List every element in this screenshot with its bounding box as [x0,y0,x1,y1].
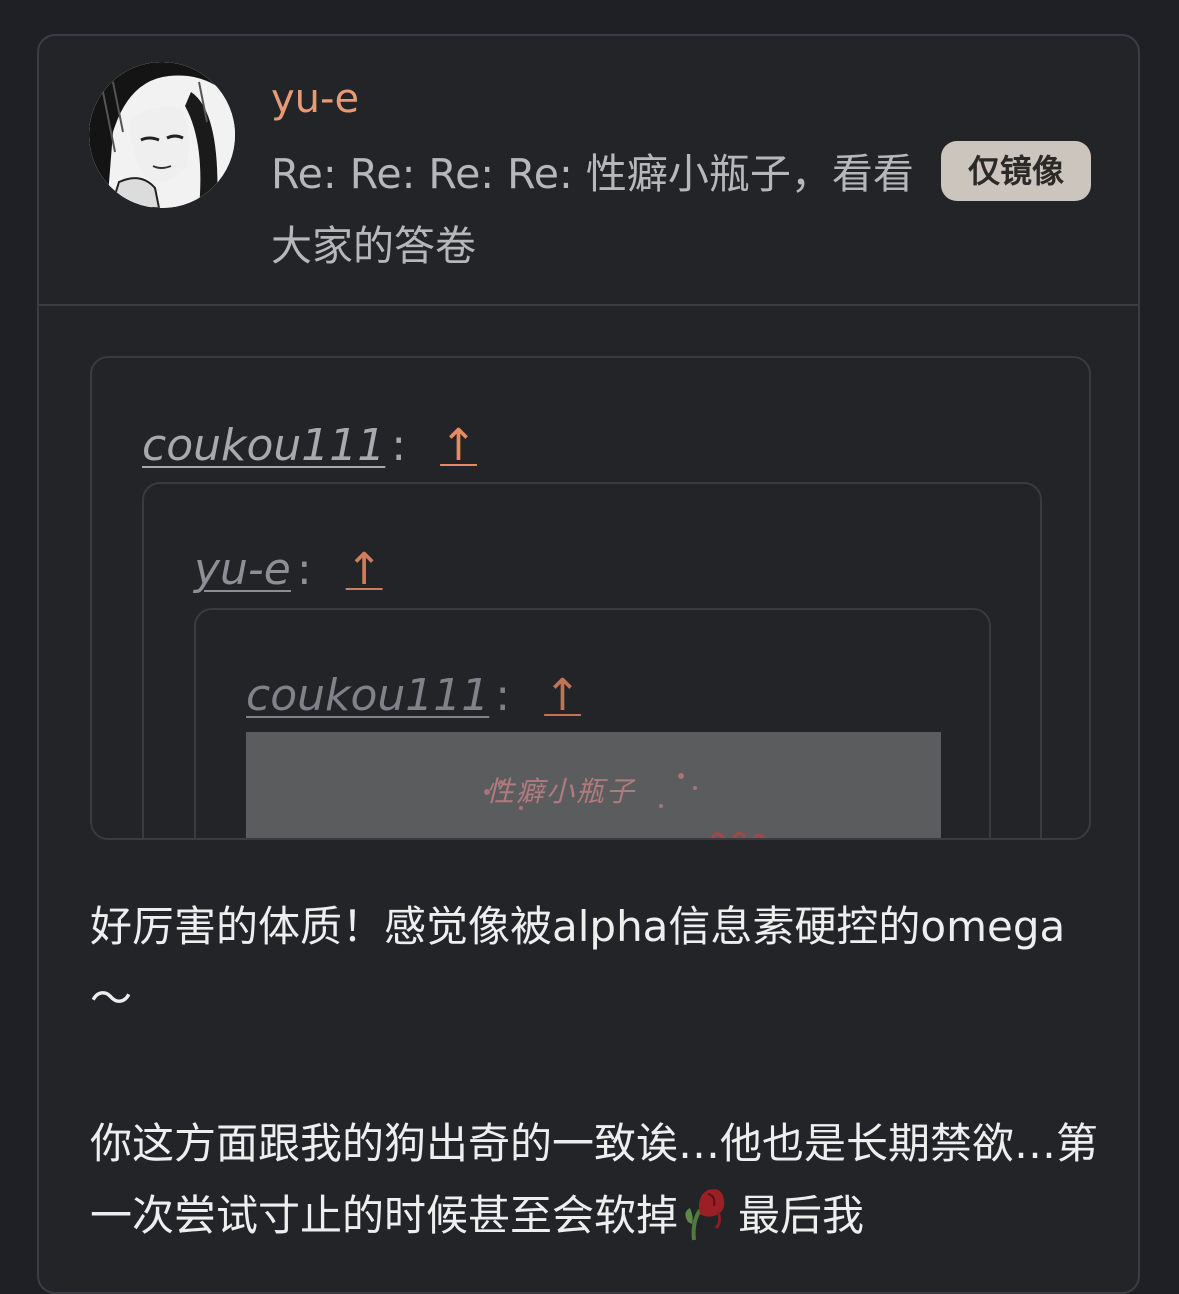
quote-header: yu-e: ↑ [194,542,383,598]
reply-paragraph-2: 你这方面跟我的狗出奇的一致诶…他也是长期禁欲…第一次尝试寸止的时候甚至会软掉 最… [90,1108,1100,1252]
quote-block-level-3: coukou111: ↑ 性癖小瓶子 [194,608,991,838]
quote-header: coukou111: ↑ [142,418,477,474]
jump-up-icon[interactable]: ↑ [440,420,477,471]
quote-colon: : [391,420,407,471]
reply-paragraph-2-tail: 最后我 [738,1191,865,1240]
quote-author-link[interactable]: yu-e [194,544,291,595]
quote-author-link[interactable]: coukou111 [246,670,489,721]
post-header: yu-e Re: Re: Re: Re: 性癖小瓶子，看看大家的答卷 仅镜像 [39,36,1138,306]
quoted-image-caption: 性癖小瓶子 [486,775,637,808]
quoted-image[interactable]: 性癖小瓶子 [246,732,941,838]
mirror-only-badge: 仅镜像 [941,141,1091,201]
quote-colon: : [296,544,312,595]
reply-paragraph-2-text: 你这方面跟我的狗出奇的一致诶…他也是长期禁欲…第一次尝试寸止的时候甚至会软掉 [90,1119,1099,1240]
scribble-icon [706,820,776,838]
jump-up-icon[interactable]: ↑ [544,670,581,721]
quote-author-link[interactable]: coukou111 [142,420,385,471]
avatar[interactable] [89,62,235,208]
quote-colon: : [495,670,511,721]
reply-paragraph-1: 好厉害的体质！感觉像被alpha信息素硬控的omega～ [90,902,1066,1023]
post-title: Re: Re: Re: Re: 性癖小瓶子，看看大家的答卷 [271,150,914,270]
avatar-image [89,62,235,208]
quote-block-level-1: coukou111: ↑ yu-e: ↑ coukou111: ↑ 性癖小瓶子 [90,356,1091,840]
wilted-rose-icon [678,1182,738,1242]
quote-header: coukou111: ↑ [246,668,581,724]
post-author-name[interactable]: yu-e [271,74,359,124]
quote-block-level-2: yu-e: ↑ coukou111: ↑ 性癖小瓶子 [142,482,1042,838]
jump-up-icon[interactable]: ↑ [346,544,383,595]
post-card: yu-e Re: Re: Re: Re: 性癖小瓶子，看看大家的答卷 仅镜像 c… [37,34,1140,1294]
